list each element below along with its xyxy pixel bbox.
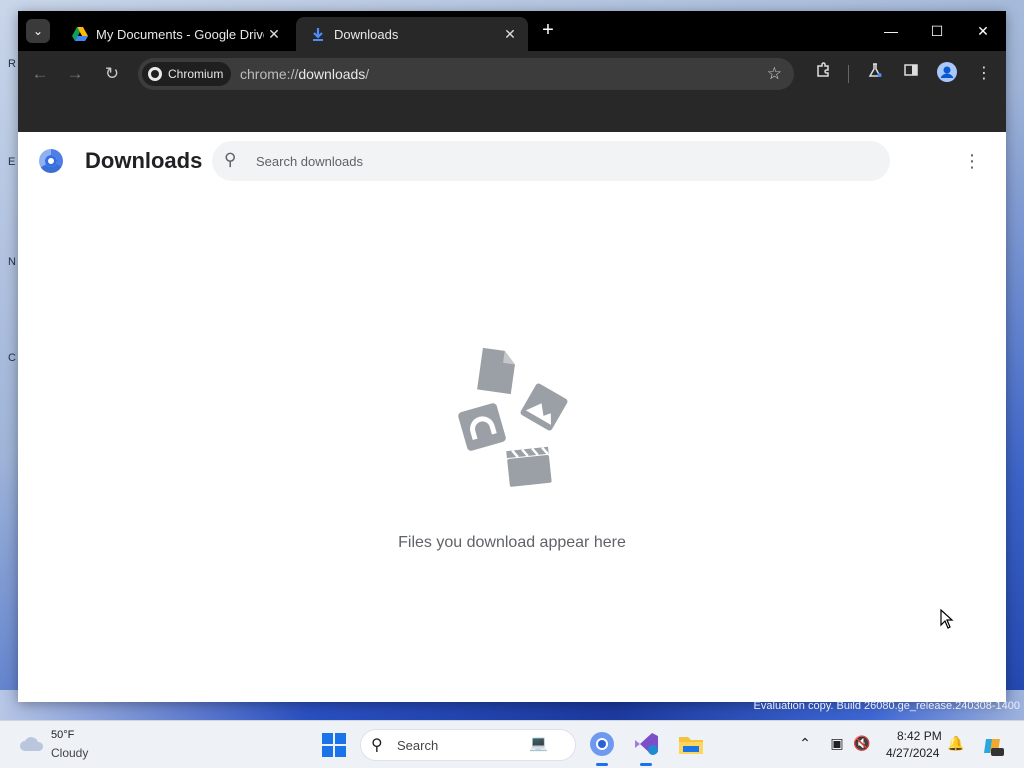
audio-icon [458,403,506,451]
search-icon: ⚲ [224,150,237,169]
browser-window: ⌄ My Documents - Google Drive ✕ Download… [18,11,1006,702]
chevron-up-icon[interactable]: ⌃ [795,735,815,755]
tab-search-button[interactable]: ⌄ [26,19,50,43]
desktop-icons-edge: R E N C [0,0,20,720]
minimize-icon: — [884,23,898,39]
browser-toolbar: ← → ↻ Chromium chrome://downloads/ ☆ ⋮ [18,51,1006,97]
video-clapper-icon [506,446,552,487]
more-actions-icon[interactable]: ⋮ [962,149,982,173]
maximize-icon: ☐ [930,23,944,39]
search-downloads-box[interactable]: ⚲ [212,141,890,181]
bookmark-bar [18,97,1006,132]
url-text: chrome://downloads/ [240,66,369,82]
minimize-button[interactable]: — [868,11,914,51]
extensions-icon[interactable] [811,62,835,86]
taskbar-search[interactable]: ⚲ Search 💻 [360,729,576,761]
reload-icon: ↻ [104,64,120,83]
clock-date[interactable]: 4/27/2024 [886,746,939,760]
chevron-down-icon: ⌄ [32,24,44,38]
taskbar-app-file-explorer[interactable] [677,730,705,758]
toolbar-separator [848,65,849,83]
chip-label: Chromium [168,67,224,81]
download-icon [310,26,326,42]
search-input[interactable] [256,149,856,173]
side-panel-icon[interactable] [899,62,923,86]
browser-menu-icon[interactable]: ⋮ [972,62,996,86]
search-icon: ⚲ [371,737,383,754]
desktop-icon-letter[interactable]: N [8,256,18,270]
start-button[interactable] [322,733,346,757]
cloud-icon[interactable] [19,736,44,751]
desktop-icon-letter[interactable]: R [8,58,18,72]
back-button[interactable]: ← [28,62,52,86]
search-highlight-icon: 💻 [529,735,548,752]
bookmark-star-icon[interactable]: ☆ [767,64,782,84]
taskbar-app-visual-studio[interactable] [632,730,660,766]
page-title: Downloads [85,148,203,173]
taskbar-app-chromium[interactable] [588,730,616,766]
maximize-button[interactable]: ☐ [914,11,960,51]
desktop-icon-letter[interactable]: C [8,352,18,366]
document-icon [477,347,515,395]
taskbar: 50°F Cloudy ⚲ Search 💻 ⌃ ▣ 🔇 8:42 PM 4/2… [0,720,1024,768]
new-tab-button[interactable]: + [536,19,560,43]
mouse-cursor-icon [940,608,954,634]
chromium-logo-icon [39,149,63,173]
clock-time[interactable]: 8:42 PM [897,729,942,743]
notification-bell-icon[interactable]: 🔔 [946,735,966,755]
chromium-icon [148,67,162,81]
empty-state-message: Files you download appear here [398,534,626,551]
address-bar[interactable]: Chromium chrome://downloads/ ☆ [138,58,794,90]
labs-flask-icon[interactable] [863,62,887,86]
tab-google-drive[interactable]: My Documents - Google Drive ✕ [58,17,292,51]
evaluation-watermark: Evaluation copy. Build 26080.ge_release.… [753,700,1020,712]
tab-downloads[interactable]: Downloads ✕ [296,17,528,51]
google-drive-icon [72,26,88,42]
forward-button[interactable]: → [63,62,87,86]
tab-strip: ⌄ My Documents - Google Drive ✕ Download… [18,11,1006,51]
empty-downloads-illustration [452,345,572,495]
url-host: downloads [298,66,366,82]
volume-mute-icon[interactable]: 🔇 [852,735,872,755]
weather-temperature[interactable]: 50°F [51,729,74,741]
arrow-left-icon: ← [31,64,49,83]
url-scheme: chrome:// [240,66,299,82]
site-info-chip[interactable]: Chromium [142,62,232,86]
tab-title: My Documents - Google Drive [96,26,264,42]
network-icon[interactable]: ▣ [827,735,847,755]
close-icon[interactable]: ✕ [264,26,284,43]
plus-icon: + [542,19,554,41]
close-window-button[interactable]: ✕ [960,11,1006,51]
profile-avatar-icon[interactable] [935,62,959,86]
downloads-page: Downloads ⚲ ⋮ [18,132,1006,702]
copilot-icon[interactable] [981,735,1005,756]
tab-title: Downloads [334,26,399,42]
weather-condition[interactable]: Cloudy [51,746,88,760]
close-icon[interactable]: ✕ [500,26,520,43]
desktop-icon-letter[interactable]: E [8,156,18,170]
reload-button[interactable]: ↻ [100,62,124,86]
image-icon [520,383,568,431]
close-icon: ✕ [977,23,989,39]
arrow-right-icon: → [66,64,84,83]
taskbar-search-label: Search [397,738,439,753]
url-suffix: / [365,66,370,82]
